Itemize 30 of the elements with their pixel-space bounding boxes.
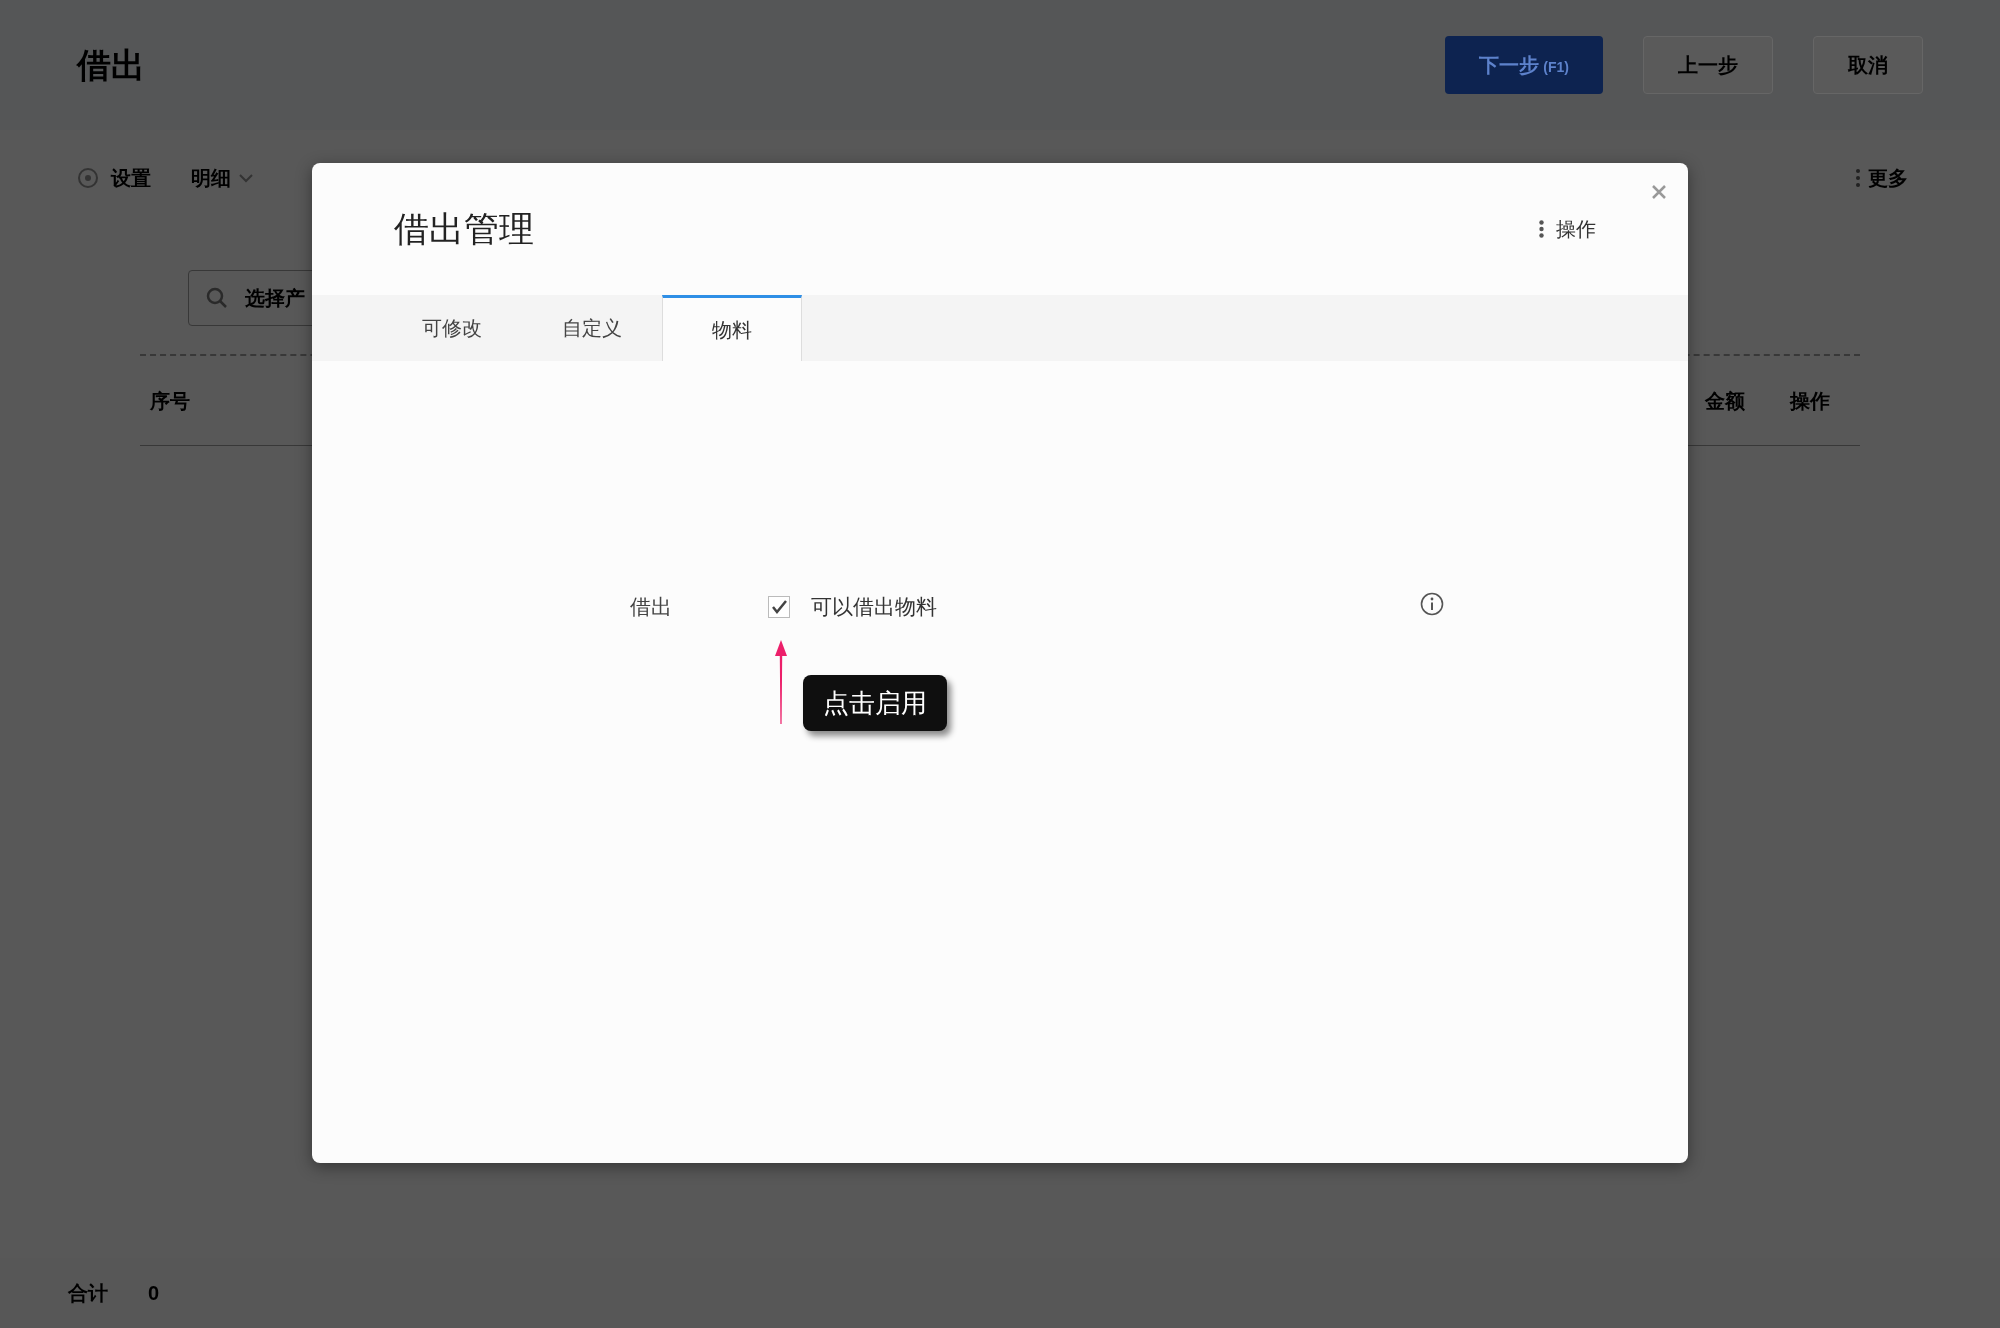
more-icon bbox=[1856, 168, 1860, 187]
column-header: 操作 bbox=[1790, 388, 1830, 414]
view-dropdown[interactable]: 明细 bbox=[191, 162, 253, 193]
arrow-up-icon bbox=[774, 640, 788, 724]
page-button[interactable]: 取消 bbox=[1813, 36, 1923, 94]
search-icon bbox=[205, 286, 229, 310]
chevron-down-icon bbox=[239, 172, 253, 183]
tab[interactable]: 物料 bbox=[662, 295, 802, 361]
settings-label[interactable]: 设置 bbox=[111, 162, 151, 193]
tab[interactable]: 可修改 bbox=[382, 295, 522, 361]
column-header: 金额 bbox=[1705, 388, 1745, 414]
tab[interactable]: 自定义 bbox=[522, 295, 662, 361]
page-button[interactable]: 下一步 (F1) bbox=[1445, 36, 1603, 94]
check-icon bbox=[771, 599, 787, 614]
dialog-title: 借出管理 bbox=[394, 207, 534, 250]
info-icon[interactable] bbox=[1420, 592, 1444, 616]
action-menu-button[interactable]: 操作 bbox=[1539, 214, 1596, 244]
field-label: 借出 bbox=[630, 594, 673, 620]
hint-tooltip: 点击启用 bbox=[803, 675, 947, 731]
column-header: 序号 bbox=[150, 388, 190, 414]
more-button[interactable]: 更多 bbox=[1856, 162, 1908, 193]
total-value: 0 bbox=[148, 1281, 160, 1306]
close-icon bbox=[1652, 185, 1666, 199]
total-label: 合计 bbox=[68, 1281, 108, 1306]
more-icon bbox=[1539, 220, 1544, 238]
checkbox[interactable] bbox=[768, 595, 790, 618]
checkbox-label: 可以借出物料 bbox=[811, 594, 937, 620]
page-title: 借出 bbox=[77, 44, 145, 86]
search-placeholder: 选择产 bbox=[245, 286, 305, 311]
page-button[interactable]: 上一步 bbox=[1643, 36, 1773, 94]
